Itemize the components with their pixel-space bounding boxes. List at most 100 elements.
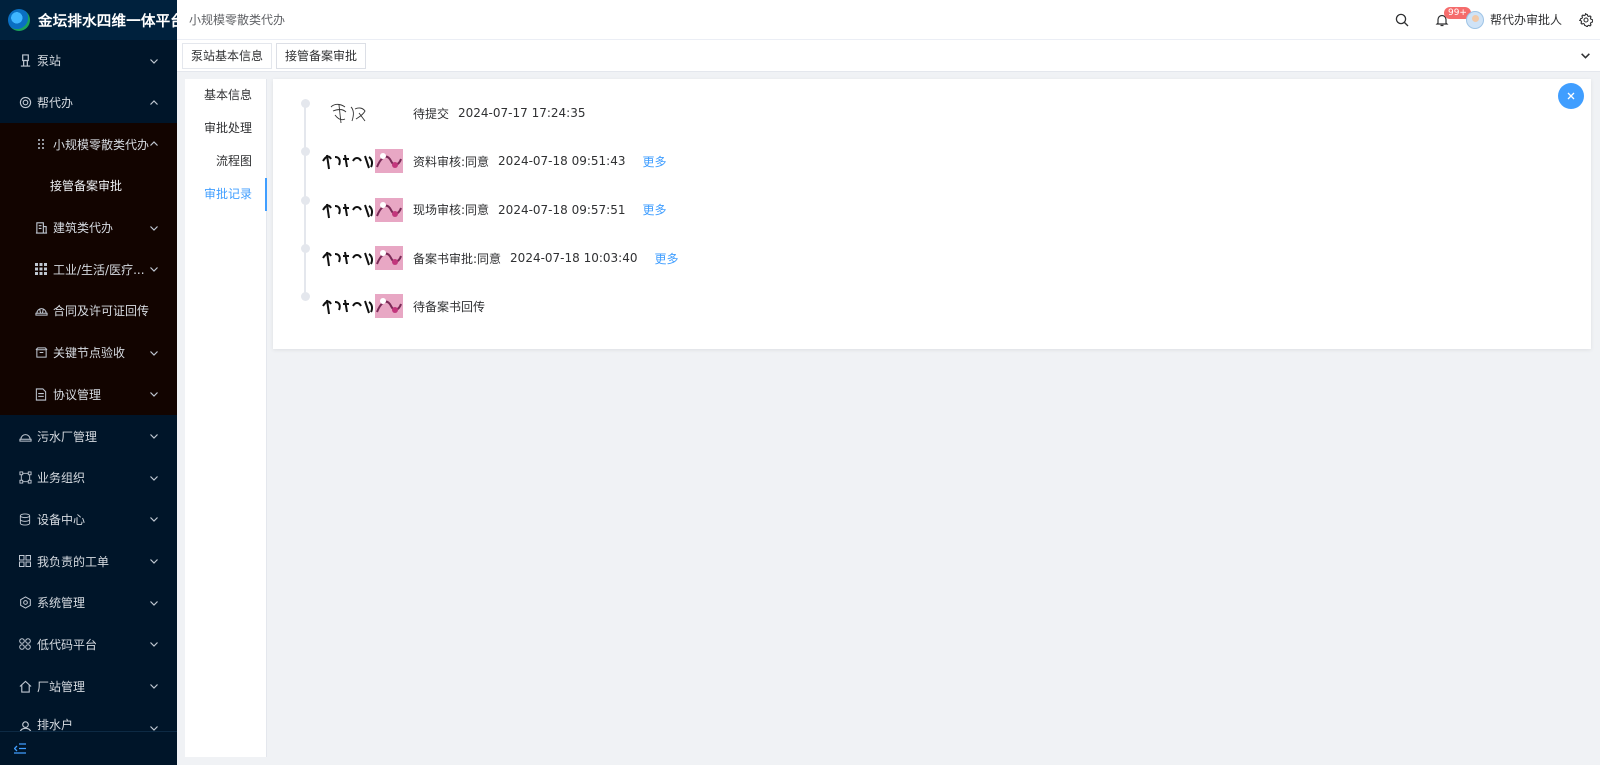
org-icon [18, 471, 32, 485]
settings-button[interactable] [1572, 0, 1600, 40]
search-icon [1395, 13, 1409, 26]
app-title: 金坛排水四维一体平台 [38, 13, 185, 30]
timeline-status: 备案书审批:同意 [413, 251, 502, 266]
hardhat-icon [18, 429, 32, 443]
tabs-menu-button[interactable] [1570, 40, 1600, 72]
chevron-down-icon [150, 434, 158, 439]
tab-approval-records[interactable]: 审批记录 [185, 178, 267, 211]
chevron-down-icon [150, 225, 158, 231]
signature-stamp-image [321, 194, 403, 226]
sidebar-item-small-scale[interactable]: 小规模零散类代办 [0, 123, 177, 165]
more-link[interactable]: 更多 [655, 250, 679, 267]
sidebar-collapse-button[interactable] [0, 731, 177, 765]
breadcrumb: 小规模零散类代办 [189, 13, 286, 27]
sidebar-item-device-center[interactable]: 设备中心 [0, 499, 177, 541]
approval-records-panel: 待提交 2024-07-17 17:24:35 资料审核:同意 2024-07-… [273, 79, 1591, 349]
detail-side-tabs: 基本信息 审批处理 流程图 审批记录 [185, 79, 267, 757]
timeline-item: 现场审核:同意 2024-07-18 09:57:51 更多 [301, 186, 1201, 234]
sidebar-item-system-admin[interactable]: 系统管理 [0, 582, 177, 624]
timeline-item: 待备案书回传 [301, 282, 1201, 330]
timeline-status: 待提交 [413, 106, 450, 121]
home-icon [18, 679, 32, 693]
timeline-dot [301, 147, 310, 157]
more-link[interactable]: 更多 [643, 153, 667, 170]
chevron-down-icon [150, 475, 158, 481]
gear-icon [1579, 12, 1593, 27]
sidebar-item-building[interactable]: 建筑类代办 [0, 207, 177, 249]
sidebar-item-key-node[interactable]: 关键节点验收 [0, 332, 177, 374]
logo-bar: 金坛排水四维一体平台 [0, 0, 185, 40]
timeline-dot [301, 99, 310, 108]
apps-icon [34, 262, 48, 276]
sidebar-item-industrial[interactable]: 工业/生活/医疗... [0, 248, 177, 290]
sidebar-item-agreement[interactable]: 协议管理 [0, 374, 177, 416]
sidebar-item-drainage-user[interactable]: 排水户 [0, 707, 177, 733]
signature-stamp-image [321, 145, 403, 177]
sidebar-item-business-org[interactable]: 业务组织 [0, 457, 177, 499]
box-icon [34, 346, 48, 360]
sidebar-item-takeover-approval[interactable]: 接管备案审批 [0, 165, 177, 207]
document-icon [34, 387, 48, 401]
dashboard-icon [18, 554, 32, 568]
signature-stamp-image [321, 290, 403, 322]
timeline-dot [301, 243, 310, 253]
submenu-service: 小规模零散类代办 接管备案审批 建筑类代办 工业/生活/医疗... 合同及许可证… [0, 123, 177, 416]
chevron-up-icon [150, 99, 158, 105]
more-link[interactable]: 更多 [643, 201, 667, 218]
sidebar-item-pump-station[interactable]: 泵站 [0, 40, 177, 82]
user-menu[interactable]: 帮代办审批人 [1465, 10, 1562, 29]
timeline-time: 2024-07-18 09:57:51 [498, 202, 626, 217]
user-name: 帮代办审批人 [1489, 13, 1562, 27]
menu-fold-icon [14, 743, 26, 754]
top-header: 小规模零散类代办 99+ 帮代办审批人 [177, 0, 1600, 40]
chevron-down-icon [150, 684, 158, 690]
timeline-status: 资料审核:同意 [413, 154, 490, 169]
sidebar-item-contract-license[interactable]: 合同及许可证回传 [0, 290, 177, 332]
main-content: 基本信息 审批处理 流程图 审批记录 待提交 2024-07-17 17:24:… [177, 72, 1600, 765]
logo-icon [8, 9, 30, 31]
chevron-down-icon [150, 559, 158, 564]
chevron-down-icon [1580, 53, 1590, 59]
signature-stamp-image [321, 242, 403, 274]
sidebar-item-low-code[interactable]: 低代码平台 [0, 624, 177, 666]
header-actions: 99+ 帮代办审批人 [1386, 0, 1600, 40]
notification-button[interactable]: 99+ [1426, 0, 1471, 40]
chevron-down-icon [150, 517, 158, 523]
timeline-dot [301, 195, 310, 205]
close-icon [1567, 92, 1575, 100]
chevron-down-icon [150, 350, 158, 356]
building-icon [34, 221, 48, 235]
sidebar-item-sewage-plant[interactable]: 污水厂管理 [0, 415, 177, 457]
sidebar-menu: 泵站 帮代办 小规模零散类代办 接管备案审批 建筑类代办 工业/生活/医疗...… [0, 40, 177, 733]
timeline-status: 现场审核:同意 [413, 203, 490, 218]
timeline-time: 2024-07-17 17:24:35 [458, 106, 586, 121]
chevron-down-icon [150, 392, 158, 398]
tab-approval-process[interactable]: 审批处理 [185, 112, 266, 145]
timeline-time: 2024-07-18 10:03:40 [510, 251, 638, 266]
page-tabs-bar: 泵站基本信息 接管备案审批 [177, 40, 1600, 72]
timeline-item: 备案书审批:同意 2024-07-18 10:03:40 更多 [301, 234, 1201, 282]
chevron-up-icon [150, 141, 158, 147]
sidebar-item-service[interactable]: 帮代办 [0, 82, 177, 124]
timeline-status: 待备案书回传 [413, 299, 486, 314]
hardhat-icon [34, 304, 48, 318]
timeline-item: 待提交 2024-07-17 17:24:35 [301, 89, 1201, 137]
service-icon [18, 96, 32, 110]
pump-station-icon [18, 54, 32, 68]
sidebar-item-plant-station[interactable]: 厂站管理 [0, 665, 177, 707]
search-button[interactable] [1386, 0, 1418, 40]
tab-takeover-approval[interactable]: 接管备案审批 [276, 42, 367, 69]
avatar [1465, 10, 1484, 29]
blocks-icon [18, 637, 32, 651]
close-button[interactable] [1558, 83, 1584, 109]
chevron-down-icon [150, 58, 158, 64]
grid-dots-icon [34, 137, 48, 151]
database-icon [18, 512, 32, 526]
timeline-item: 资料审核:同意 2024-07-18 09:51:43 更多 [301, 137, 1201, 185]
tab-pump-station-info[interactable]: 泵站基本信息 [182, 42, 273, 69]
timeline-dot [301, 292, 310, 302]
sidebar-item-my-orders[interactable]: 我负责的工单 [0, 540, 177, 582]
tab-basic-info[interactable]: 基本信息 [185, 79, 266, 112]
tab-flowchart[interactable]: 流程图 [185, 145, 266, 178]
chevron-down-icon [150, 642, 158, 648]
